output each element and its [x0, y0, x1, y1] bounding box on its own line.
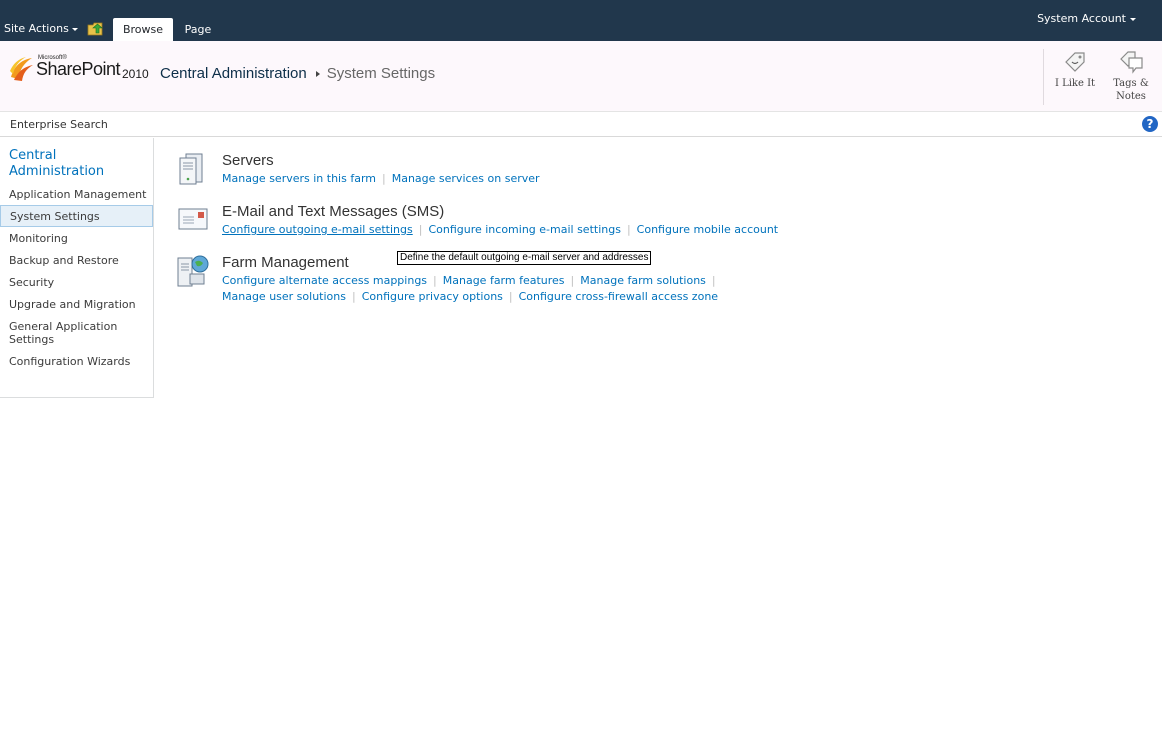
- quick-launch: Central Administration Application Manag…: [0, 138, 154, 398]
- sidebar-item-backup-restore[interactable]: Backup and Restore: [0, 254, 153, 267]
- breadcrumb-current: System Settings: [326, 65, 436, 82]
- link-separator: |: [508, 290, 513, 303]
- chevron-down-icon: [1130, 17, 1136, 21]
- tab-page-label: Page: [184, 23, 212, 36]
- manage-services-link[interactable]: Manage services on server: [392, 172, 540, 185]
- breadcrumb-root-link[interactable]: Central Administration: [160, 65, 307, 82]
- sidebar-item-monitoring[interactable]: Monitoring: [0, 232, 153, 245]
- sidebar-item-configuration-wizards[interactable]: Configuration Wizards: [0, 355, 153, 368]
- section-links: Configure outgoing e-mail settings | Confi…: [222, 222, 778, 238]
- manage-farm-solutions-link[interactable]: Manage farm solutions: [580, 274, 706, 287]
- sidebar-item-label: Monitoring: [9, 232, 68, 245]
- sidebar-item-label: Upgrade and Migration: [9, 298, 136, 311]
- section-title: Servers: [222, 152, 274, 169]
- section-links: Configure alternate access mappings | Mana…: [222, 273, 722, 305]
- sharepoint-logo-icon: [10, 57, 33, 81]
- breadcrumb: Central Administration System Settings: [160, 65, 435, 82]
- enterprise-search-label: Enterprise Search: [10, 118, 108, 131]
- like-tag-icon: [1065, 52, 1085, 72]
- leftnav-header-line2: Administration: [9, 164, 105, 179]
- title-area: Microsoft® SharePoint 2010 Central Admin…: [0, 41, 1162, 112]
- sidebar-item-label: Backup and Restore: [9, 254, 119, 267]
- leftnav-header-line1: Central: [9, 148, 57, 163]
- sidebar-item-system-settings[interactable]: System Settings: [0, 205, 153, 227]
- sidebar-item-security[interactable]: Security: [0, 276, 153, 289]
- link-separator: |: [626, 223, 631, 236]
- configure-outgoing-email-link[interactable]: Configure outgoing e-mail settings: [222, 223, 413, 236]
- section-title: E-Mail and Text Messages (SMS): [222, 203, 445, 220]
- search-strip: Enterprise Search ?: [0, 112, 1162, 137]
- sidebar-item-label-2: Settings: [9, 333, 55, 346]
- sidebar-item-general-application-settings[interactable]: General Application Settings: [0, 320, 153, 346]
- account-menu[interactable]: System Account: [1037, 12, 1136, 25]
- site-actions-menu[interactable]: Site Actions: [4, 22, 78, 35]
- chevron-down-icon: [71, 27, 78, 31]
- breadcrumb-arrow-icon: [315, 71, 320, 78]
- sidebar-item-label: Security: [9, 276, 55, 289]
- account-label: System Account: [1037, 12, 1126, 25]
- sidebar-item-application-management[interactable]: Application Management: [0, 188, 153, 201]
- link-separator: |: [418, 223, 423, 236]
- logo-version-text: 2010: [122, 67, 149, 81]
- link-separator: |: [711, 274, 716, 287]
- logo-product-text: SharePoint: [36, 59, 121, 79]
- divider: [1043, 49, 1044, 105]
- sidebar-item-upgrade-migration[interactable]: Upgrade and Migration: [0, 298, 153, 311]
- tab-browse[interactable]: Browse: [113, 18, 173, 41]
- tab-page[interactable]: Page: [176, 18, 220, 41]
- tags-notes-button[interactable]: Tags & Notes: [1106, 49, 1156, 103]
- configure-incoming-email-link[interactable]: Configure incoming e-mail settings: [428, 223, 621, 236]
- help-icon[interactable]: ?: [1142, 116, 1158, 132]
- leftnav-header-link[interactable]: Central Administration: [9, 148, 104, 180]
- sidebar-item-label: Application Management: [9, 188, 147, 201]
- configure-mobile-account-link[interactable]: Configure mobile account: [637, 223, 778, 236]
- tags-notes-label-1: Tags &: [1113, 78, 1149, 89]
- manage-user-solutions-link[interactable]: Manage user solutions: [222, 290, 346, 303]
- section-title: Farm Management: [222, 254, 349, 271]
- link-separator: |: [351, 290, 356, 303]
- link-separator: |: [382, 172, 386, 185]
- ribbon-bar: Site Actions Browse Page System Account: [0, 0, 1162, 41]
- configure-privacy-options-link[interactable]: Configure privacy options: [362, 290, 503, 303]
- navigate-up-icon[interactable]: [87, 21, 104, 36]
- i-like-it-button[interactable]: I Like It: [1050, 49, 1100, 90]
- sidebar-item-label: System Settings: [10, 210, 100, 223]
- manage-farm-features-link[interactable]: Manage farm features: [443, 274, 565, 287]
- email-icon: [178, 208, 208, 230]
- configure-cross-firewall-link[interactable]: Configure cross-firewall access zone: [519, 290, 718, 303]
- sidebar-item-label: Configuration Wizards: [9, 355, 131, 368]
- site-actions-label: Site Actions: [4, 22, 69, 35]
- farm-management-icon: [177, 255, 209, 287]
- tags-notes-icon: [1120, 51, 1143, 74]
- tags-notes-label-2: Notes: [1116, 91, 1146, 102]
- sharepoint-logo[interactable]: Microsoft® SharePoint 2010: [8, 55, 158, 85]
- section-links: Manage servers in this farm | Manage servi…: [222, 171, 540, 187]
- tab-browse-label: Browse: [122, 23, 164, 36]
- configure-aam-link[interactable]: Configure alternate access mappings: [222, 274, 427, 287]
- link-separator: |: [433, 274, 437, 287]
- sidebar-item-label: General Application: [9, 320, 118, 333]
- i-like-it-label: I Like It: [1054, 78, 1096, 89]
- link-separator: |: [570, 274, 575, 287]
- servers-icon: [179, 153, 203, 185]
- manage-servers-link[interactable]: Manage servers in this farm: [222, 172, 376, 185]
- link-tooltip: Define the default outgoing e-mail serve…: [397, 251, 652, 265]
